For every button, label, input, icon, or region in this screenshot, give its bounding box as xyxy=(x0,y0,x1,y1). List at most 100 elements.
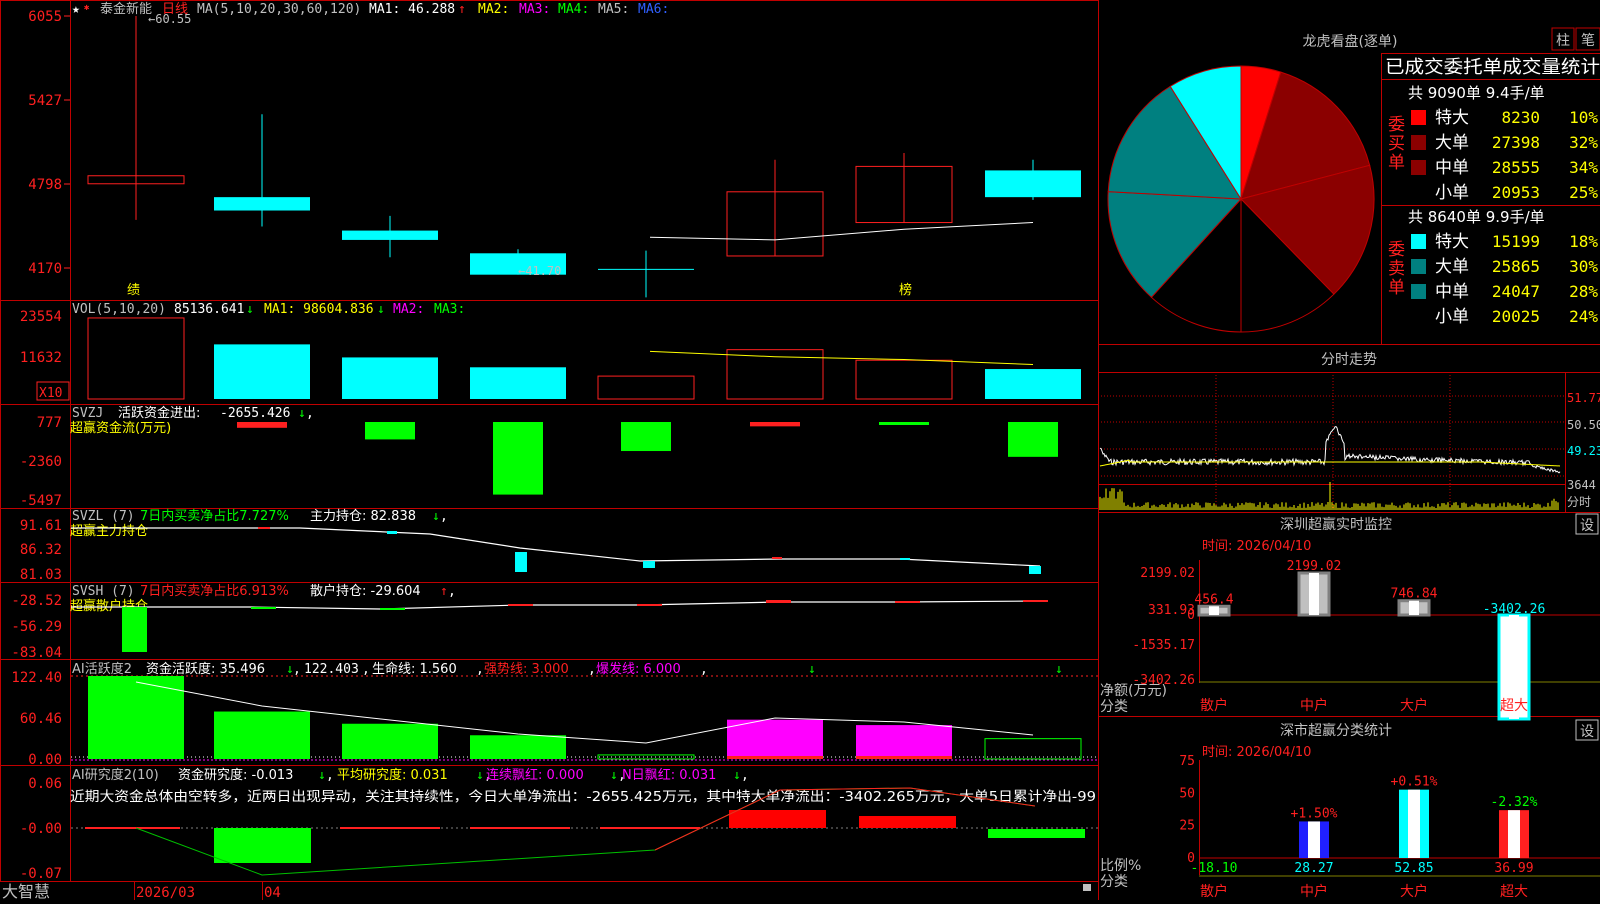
vol-arrow: ↓ xyxy=(246,302,254,317)
classify-category: 超大 xyxy=(1500,884,1528,900)
svzl-bar xyxy=(515,552,527,572)
bar-mode-label[interactable]: 柱 xyxy=(1556,33,1570,49)
svzl-tick: 91.61 xyxy=(20,518,62,534)
svzl-title: SVZL (7) xyxy=(72,509,135,524)
earnings-marker[interactable]: 绩 xyxy=(127,283,140,298)
monitor-bar-highlight xyxy=(1209,606,1219,615)
svzl-arrow: ↓ xyxy=(432,509,440,524)
separator-comma: , xyxy=(440,509,448,524)
ma1-arrow: ↑ xyxy=(458,2,466,17)
research-label1: 资金研究度: -0.013 xyxy=(178,767,293,783)
svzj-tick: -2360 xyxy=(20,454,62,470)
star-icon[interactable]: ★ xyxy=(72,2,80,17)
svzl-header: SVZL (7) 7日内买卖净占比7.727% 主力持仓: 82.838 ↓ ,… xyxy=(70,508,448,539)
buy-row-name: 大单 xyxy=(1435,133,1469,153)
classify-time: 时间: 2026/04/10 xyxy=(1202,745,1311,760)
svsh-tick: -83.04 xyxy=(11,645,62,661)
order-pie-chart xyxy=(1107,65,1375,333)
research-comment: 近期大资金总体由空转多，近两日出现异动，关注其持续性，今日大单净流出：-2655… xyxy=(70,788,1096,805)
vol-unit[interactable]: X10 xyxy=(39,386,62,401)
classify-bar-highlight xyxy=(1408,789,1420,858)
classify-bar-highlight xyxy=(1308,821,1320,858)
vol-tick: 23554 xyxy=(20,309,62,325)
separator-comma: , xyxy=(741,768,749,783)
svzj-axis: 777 -2360 -5497 xyxy=(20,415,62,509)
sell-row-volume: 20025 xyxy=(1492,307,1540,326)
intraday-chart: 51.77 50.50 49.23 3644 分时 xyxy=(1098,372,1600,512)
classify-settings-label[interactable]: 设 xyxy=(1580,724,1594,740)
intraday-unit: 分时 xyxy=(1567,495,1591,509)
vol-bar xyxy=(985,369,1081,399)
classify-tick: 75 xyxy=(1179,754,1195,769)
date-bar: 大智慧 2026/03 04 xyxy=(2,882,1091,901)
research-bar xyxy=(214,828,311,863)
ai-tick: 0.00 xyxy=(28,752,62,768)
lock-icon[interactable] xyxy=(1083,884,1091,891)
date-label-month[interactable]: 2026/03 xyxy=(136,885,195,901)
svzj-bar xyxy=(879,422,929,425)
classify-chart: 7550250-18.10散户28.27+1.50%中户52.85+0.51%大… xyxy=(1179,754,1600,900)
classify-title: 深市超赢分类统计 xyxy=(1280,722,1392,739)
svzj-title: SVZJ xyxy=(72,406,103,421)
svsh-chart xyxy=(71,600,1048,652)
stock-name[interactable]: 泰金新能 xyxy=(100,1,152,17)
separator-comma: , xyxy=(362,662,370,677)
flag-icon: ✱ xyxy=(84,3,90,13)
monitor-settings-label[interactable]: 设 xyxy=(1580,518,1594,534)
pen-mode-label[interactable]: 笔 xyxy=(1581,33,1595,49)
svzj-bar xyxy=(365,422,415,440)
ma4-label: MA4: xyxy=(558,2,589,17)
research-label2: 平均研究度: 0.031 xyxy=(337,767,448,783)
svzj-bar xyxy=(1008,422,1058,457)
ai-bar xyxy=(727,719,823,759)
vol-bar xyxy=(597,375,695,400)
separator-comma: , xyxy=(448,584,456,599)
svsh-bar xyxy=(380,608,405,610)
price-tick: 6055 xyxy=(28,9,62,25)
ma1-value: MA1: 46.288 xyxy=(369,2,455,17)
research-arrow: ↓ xyxy=(610,768,618,783)
svzl-bar xyxy=(643,561,655,568)
svsh-bar xyxy=(637,604,662,606)
ai-label1: 资金活跃度: 35.496 xyxy=(146,661,265,677)
vol-ma1-arrow: ↓ xyxy=(377,302,385,317)
ma2-label: MA2: xyxy=(478,2,509,17)
research-header: AI研究度2(10) 资金研究度: -0.013 ↓ , 平均研究度: 0.03… xyxy=(72,767,749,783)
ai-activity-chart xyxy=(71,675,1098,761)
svzj-tick: -5497 xyxy=(20,493,62,509)
ai-tick: 60.46 xyxy=(20,711,62,727)
ai-tick: 122.40 xyxy=(11,670,62,686)
intraday-axis: 51.77 50.50 49.23 3644 分时 xyxy=(1567,391,1600,509)
vol-header: VOL(5,10,20) 85136.641 ↓ MA1: 98604.836 … xyxy=(72,302,465,317)
date-label-next[interactable]: 04 xyxy=(264,885,281,901)
buy-row-volume: 27398 xyxy=(1492,133,1540,152)
svzl-bar xyxy=(772,557,782,559)
stats-title: 已成交委托单成交量统计 xyxy=(1385,57,1600,78)
vol-bar xyxy=(87,317,185,400)
sell-row-name: 大单 xyxy=(1435,257,1469,277)
monitor-tick: 0 xyxy=(1187,608,1195,623)
intraday-tick: 50.50 xyxy=(1567,418,1600,432)
sell-side-label: 卖 xyxy=(1388,259,1405,279)
intraday-price-line xyxy=(1099,426,1561,474)
monitor-category: 大户 xyxy=(1400,697,1428,714)
svzl-bar xyxy=(258,527,270,529)
monitor-tick: 2199.02 xyxy=(1140,566,1195,581)
classify-category: 散户 xyxy=(1200,883,1228,900)
buy-row-pct: 10% xyxy=(1569,108,1598,127)
main-holding-line xyxy=(71,527,1041,567)
svsh-tick: -56.29 xyxy=(11,619,62,635)
sell-row-pct: 18% xyxy=(1569,232,1598,251)
ai-bar xyxy=(214,711,310,759)
dragon-tiger-marker[interactable]: 榜 xyxy=(899,282,912,298)
ai-label3: 生命线: 1.560 xyxy=(372,661,457,677)
candlestick-chart xyxy=(87,16,1081,298)
vol-ma3: MA3: xyxy=(434,302,465,317)
sell-row-pct: 30% xyxy=(1569,257,1598,276)
svzl-label1: 7日内买卖净占比7.727% xyxy=(140,508,289,524)
monitor-category: 中户 xyxy=(1300,697,1328,714)
vol-bar xyxy=(855,359,953,400)
svsh-axis: -28.52 -56.29 -83.04 xyxy=(11,593,62,661)
monitor-time: 时间: 2026/04/10 xyxy=(1202,539,1311,554)
price-tick: 5427 xyxy=(28,93,62,109)
